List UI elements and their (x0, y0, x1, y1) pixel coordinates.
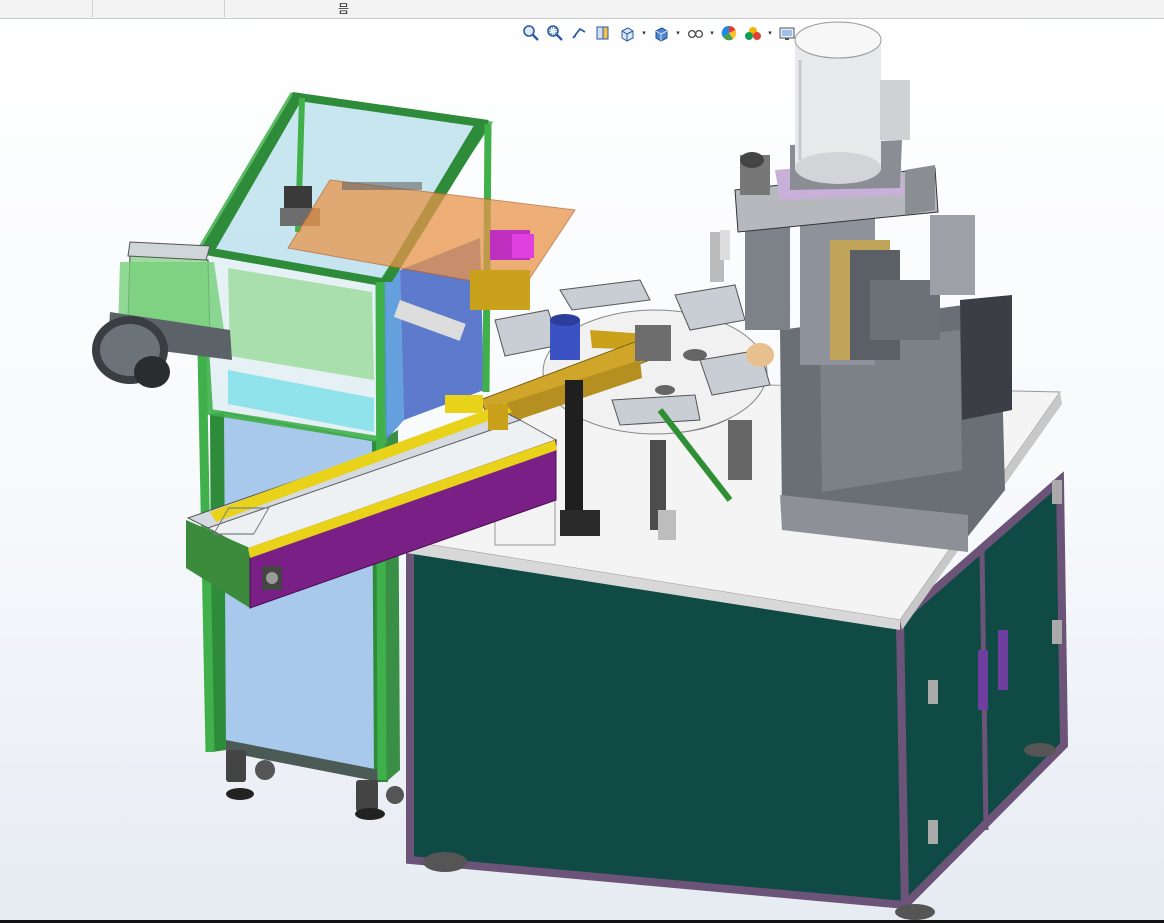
cad-model-viewport[interactable] (0, 0, 1164, 923)
